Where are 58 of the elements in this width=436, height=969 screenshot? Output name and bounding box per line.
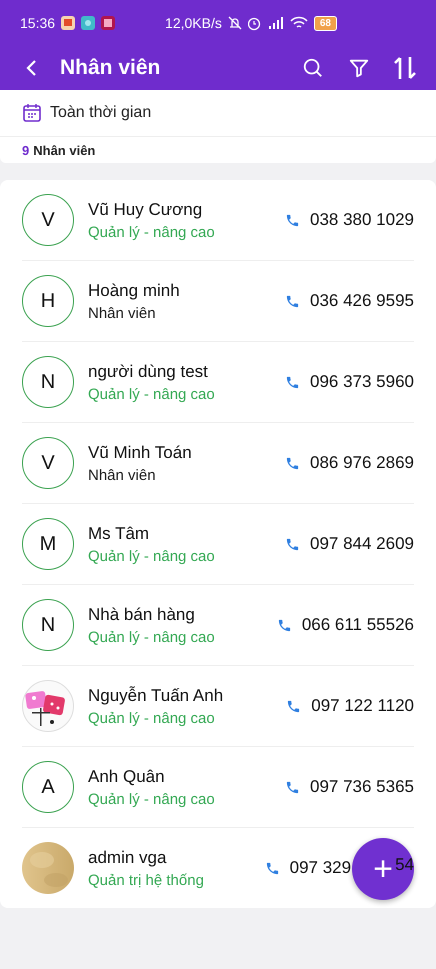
bell-off-icon [228, 15, 242, 31]
phone-number[interactable]: 097 736 5365 [310, 777, 414, 797]
phone-icon [276, 618, 292, 632]
employee-role: Nhân viên [88, 466, 157, 484]
alarm-icon [248, 15, 262, 31]
employee-count: 9 [22, 142, 30, 158]
phone-number[interactable]: 086 976 2869 [310, 453, 414, 473]
employee-role: Nhân viên [88, 304, 157, 322]
employee-role: Quản lý - nâng cao [88, 628, 216, 646]
phone-number[interactable]: 097 844 2609 [310, 534, 414, 554]
employee-name[interactable]: Vũ Minh Toán [88, 442, 271, 462]
employee-name[interactable]: Vũ Huy Cương [88, 200, 271, 220]
phone-number[interactable]: 097 329 [290, 858, 352, 878]
count-label: Nhân viên [33, 142, 96, 158]
battery-indicator: 68 [314, 16, 337, 30]
phone-icon [285, 294, 300, 308]
employee-role: Quản lý - nâng cao [88, 790, 216, 808]
screen-title: Nhân viên [60, 56, 162, 80]
phone-icon [285, 780, 300, 794]
phone-icon [264, 860, 280, 876]
time-filter[interactable]: Toàn thời gian [50, 104, 152, 122]
phone-number[interactable]: 066 611 55526 [302, 615, 414, 635]
employee-role: Quản lý - nâng cao [88, 386, 216, 402]
employee-name[interactable]: Anh Quân [88, 766, 271, 786]
employee-name[interactable]: Nguyễn Tuấn Anh [88, 686, 272, 706]
sort-icon [394, 55, 416, 81]
phone-icon [285, 456, 300, 470]
signal-icon [268, 15, 284, 31]
employee-role: Quản trị hệ thống [88, 872, 205, 888]
avatar-initial: M [22, 518, 74, 570]
status-time: 15:36 [20, 15, 56, 31]
employee-role: Quản lý - nâng cao [88, 548, 216, 564]
avatar-initial: N [22, 599, 74, 651]
employee-name[interactable]: Nhà bán hàng [88, 604, 263, 624]
employee-role: Quản lý - nâng cao [88, 710, 216, 726]
phone-icon [285, 212, 300, 228]
phone-icon [285, 374, 300, 390]
avatar-initial: A [22, 761, 74, 813]
phone-number[interactable]: 036 426 9595 [310, 291, 414, 311]
calendar-icon [22, 103, 42, 123]
filter-icon [348, 57, 370, 79]
phone-number[interactable]: 038 380 1029 [310, 210, 414, 230]
employee-name[interactable]: người dùng test [88, 362, 271, 382]
search-icon [302, 57, 324, 79]
employee-name[interactable]: admin vga [88, 848, 251, 868]
employee-role: Quản lý - nâng cao [88, 224, 216, 240]
phone-number[interactable]: 097 122 1120 [311, 696, 414, 716]
avatar-initial: V [22, 437, 74, 489]
avatar-initial: N [22, 356, 74, 408]
employee-name[interactable]: Hoàng minh [88, 280, 271, 300]
employee-name[interactable]: Ms Tâm [88, 524, 271, 544]
phone-icon [286, 698, 302, 714]
phone-number-tail: 54 [395, 855, 414, 875]
avatar-initial: V [22, 194, 74, 246]
avatar-initial: H [22, 275, 74, 327]
phone-icon [285, 536, 300, 552]
network-speed: 12,0KB/s [165, 15, 222, 31]
phone-number[interactable]: 096 373 5960 [310, 372, 414, 392]
